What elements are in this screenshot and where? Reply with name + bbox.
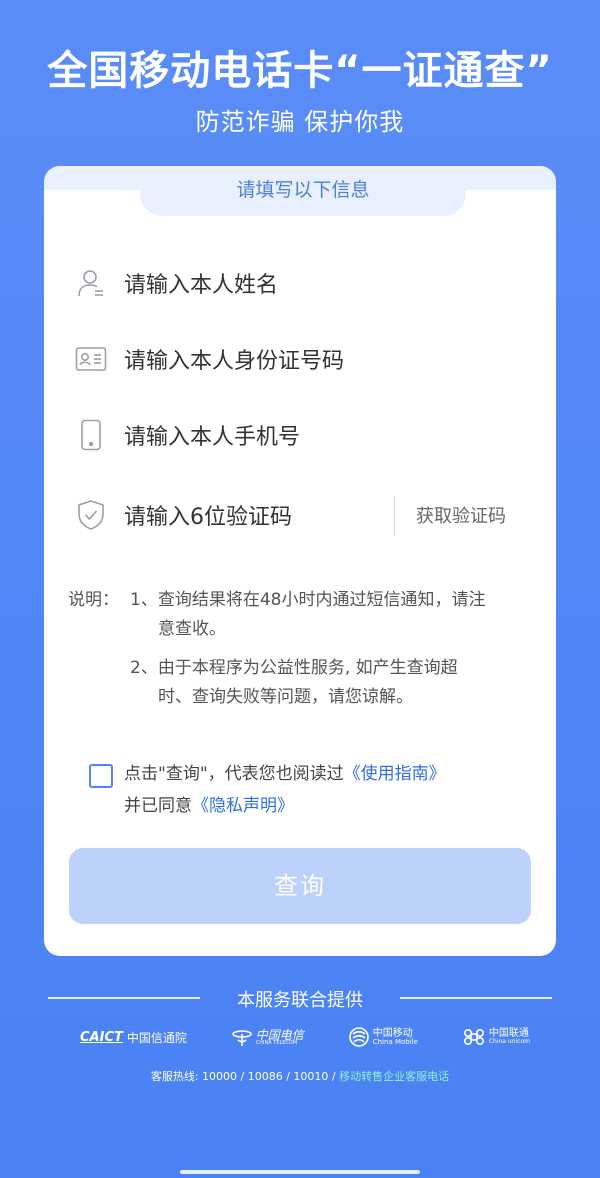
page-title: 全国移动电话卡“一证通查” <box>47 48 553 94</box>
china-mobile-icon <box>348 1027 369 1047</box>
page-subtitle: 防范诈骗 保护你我 <box>195 108 405 136</box>
agreement-text-2: 并已同意 <box>124 796 192 816</box>
partner-logos: CAICT 中国信通院 中国电信 CHINA TELECOM 中国移动 Chin… <box>80 1024 530 1050</box>
person-icon <box>74 266 108 300</box>
china-telecom-en: CHINA TELECOM <box>255 1039 298 1046</box>
shield-check-icon <box>74 498 108 532</box>
china-telecom-icon <box>231 1030 252 1046</box>
get-code-button[interactable]: 获取验证码 <box>416 502 506 528</box>
hotline-numbers: 客服热线: 10000 / 10086 / 10010 / <box>150 1070 336 1083</box>
phone-icon <box>74 418 108 452</box>
china-unicom-en: China unicom <box>488 1038 530 1046</box>
caict-abbr: CAICT <box>80 1029 123 1045</box>
name-field[interactable]: 请输入本人姓名 <box>74 258 534 308</box>
china-unicom-logo: 中国联通 China unicom <box>462 1026 530 1048</box>
agreement-text: 点击"查询"，代表您也阅读过《使用指南》 并已同意《隐私声明》 <box>124 758 544 822</box>
id-number-field[interactable]: 请输入本人身份证号码 <box>74 334 534 384</box>
caict-name: 中国信通院 <box>126 1030 187 1045</box>
mvno-hotline-link[interactable]: 移动转售企业客服电话 <box>339 1070 449 1083</box>
note-item-2-line-2: 时、查询失败等问题，请您谅解。 <box>158 687 413 707</box>
china-mobile-name: 中国移动 <box>372 1027 413 1039</box>
china-mobile-logo: 中国移动 China Mobile <box>348 1026 418 1048</box>
phone-input[interactable]: 请输入本人手机号 <box>124 419 300 451</box>
note-item-1-line-1: 1、查询结果将在48小时内通过短信通知，请注 <box>130 590 486 610</box>
code-input[interactable]: 请输入6位验证码 <box>124 499 292 531</box>
form-section-title: 请填写以下信息 <box>140 166 466 216</box>
phone-field[interactable]: 请输入本人手机号 <box>74 410 534 460</box>
china-mobile-en: China Mobile <box>372 1037 418 1046</box>
code-divider <box>394 496 395 536</box>
hotline-text: 客服热线: 10000 / 10086 / 10010 / 移动转售企业客服电话 <box>0 1068 600 1084</box>
id-card-icon <box>74 342 108 376</box>
name-input[interactable]: 请输入本人姓名 <box>124 267 278 299</box>
note-item-1-line-2: 意查收。 <box>158 619 226 639</box>
china-telecom-logo: 中国电信 CHINA TELECOM <box>231 1026 304 1048</box>
notes-label: 说明： <box>68 590 119 610</box>
id-number-input[interactable]: 请输入本人身份证号码 <box>124 343 344 375</box>
china-telecom-name: 中国电信 <box>255 1027 304 1042</box>
form-card: 请填写以下信息 请输入本人姓名 请输入本人身份证号码 请输入本人手机号 请输入6… <box>44 166 556 956</box>
home-indicator[interactable] <box>180 1170 420 1174</box>
agree-checkbox[interactable] <box>89 764 113 788</box>
caict-logo: CAICT 中国信通院 <box>80 1029 187 1046</box>
agreement-text-1: 点击"查询"，代表您也阅读过 <box>124 764 344 784</box>
usage-guide-link[interactable]: 《使用指南》 <box>344 764 446 784</box>
privacy-policy-link[interactable]: 《隐私声明》 <box>192 796 294 816</box>
footer-title: 本服务联合提供 <box>237 990 363 1011</box>
footer-divider-right <box>400 997 552 999</box>
china-unicom-icon <box>463 1028 484 1046</box>
query-button[interactable]: 查询 <box>69 848 531 924</box>
note-item-2-line-1: 2、由于本程序为公益性服务, 如产生查询超 <box>130 658 458 678</box>
code-field[interactable]: 请输入6位验证码 <box>74 490 384 540</box>
